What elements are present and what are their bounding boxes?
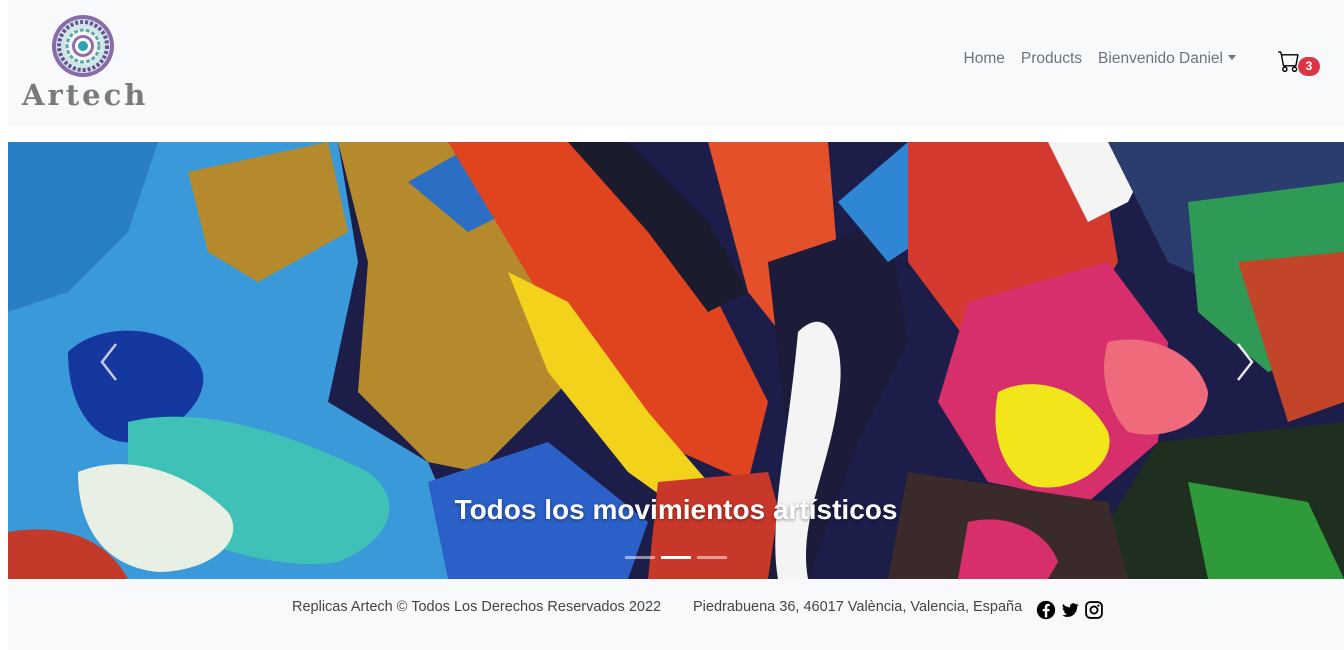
carousel-indicator-3[interactable] [697, 556, 727, 559]
cart-icon [1278, 51, 1299, 72]
carousel-indicator-1[interactable] [625, 556, 655, 559]
facebook-icon[interactable] [1036, 600, 1056, 620]
mandala-logo-icon [52, 15, 114, 77]
navbar: Artech Home Products Bienvenido Daniel 3 [8, 0, 1344, 126]
carousel-next-button[interactable] [1224, 332, 1264, 392]
social-links [1036, 600, 1104, 620]
carousel-caption: Todos los movimientos artísticos [454, 494, 898, 525]
brand-logo-text: Artech [22, 78, 149, 112]
hero-carousel: Todos los movimientos artísticos [8, 142, 1344, 579]
chevron-right-icon [1237, 343, 1254, 381]
user-dropdown-label: Bienvenido Daniel [1098, 50, 1223, 67]
twitter-icon[interactable] [1060, 600, 1080, 620]
chevron-left-icon [100, 343, 117, 381]
main-nav: Home Products Bienvenido Daniel [964, 50, 1236, 68]
footer-address: Piedrabuena 36, 46017 València, Valencia… [693, 599, 1023, 615]
carousel-indicators [625, 556, 727, 559]
instagram-icon[interactable] [1084, 600, 1104, 620]
nav-home-link[interactable]: Home [964, 50, 1005, 68]
nav-products-link[interactable]: Products [1021, 50, 1082, 68]
cart-button[interactable]: 3 [1274, 48, 1322, 80]
user-dropdown-toggle[interactable]: Bienvenido Daniel [1098, 50, 1236, 68]
carousel-indicator-2[interactable] [661, 556, 691, 559]
carousel-prev-button[interactable] [90, 332, 130, 392]
brand-logo[interactable]: Artech [22, 14, 146, 114]
caret-down-icon [1228, 55, 1236, 60]
footer: Replicas Artech © Todos Los Derechos Res… [8, 579, 1344, 650]
cart-count-badge: 3 [1298, 57, 1320, 76]
footer-copyright: Replicas Artech © Todos Los Derechos Res… [292, 599, 662, 615]
